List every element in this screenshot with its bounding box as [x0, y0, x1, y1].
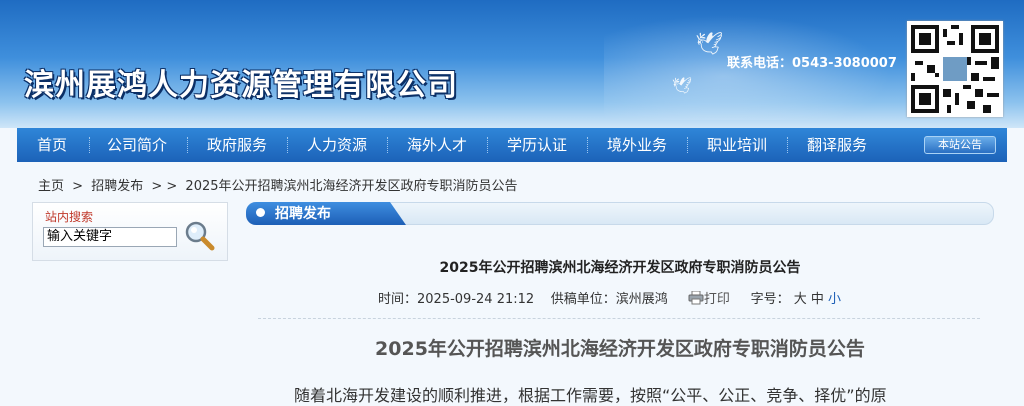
- bullet-icon: [256, 208, 265, 217]
- nav-divider: [487, 137, 488, 153]
- site-header: 🕊 🕊 滨州展鸿人力资源管理有限公司 联系电话：0543-3080007: [0, 0, 1024, 128]
- source-value: 滨州展鸿: [615, 292, 668, 307]
- site-search-panel: 站内搜索 输入关键字: [32, 202, 228, 261]
- nav-vocational-training[interactable]: 职业培训: [707, 128, 767, 162]
- nav-about[interactable]: 公司简介: [107, 128, 167, 162]
- article-heading: 2025年公开招聘滨州北海经济开发区政府专职消防员公告: [375, 338, 865, 360]
- nav-overseas-business[interactable]: 境外业务: [607, 128, 667, 162]
- print-link[interactable]: 打印: [704, 292, 730, 307]
- font-size-medium[interactable]: 中: [811, 292, 824, 307]
- section-tab-label: 招聘发布: [275, 206, 331, 222]
- site-title[interactable]: 滨州展鸿人力资源管理有限公司: [24, 60, 458, 104]
- nav-divider: [387, 137, 388, 153]
- search-input[interactable]: 输入关键字: [43, 227, 177, 247]
- breadcrumb-separator: > >: [151, 179, 178, 194]
- nav-divider: [687, 137, 688, 153]
- article-meta: 时间：2025-09-24 21:12 供稿单位：滨州展鸿 打印 字号： 大 中…: [378, 288, 841, 309]
- breadcrumb-home-link[interactable]: 主页: [38, 179, 64, 194]
- breadcrumb-separator: >: [72, 179, 84, 194]
- dove-icon: 🕊: [695, 32, 723, 57]
- meta-divider: [258, 318, 980, 319]
- dove-icon: 🕊: [672, 76, 693, 95]
- site-notice-button[interactable]: 本站公告: [924, 136, 996, 154]
- font-size-small[interactable]: 小: [828, 292, 841, 307]
- nav-divider: [787, 137, 788, 153]
- nav-human-resources[interactable]: 人力资源: [307, 128, 367, 162]
- breadcrumb: 主页 > 招聘发布 > > 2025年公开招聘滨州北海经济开发区政府专职消防员公…: [38, 175, 522, 194]
- font-size-large[interactable]: 大: [794, 292, 807, 307]
- publish-time: 2025-09-24 21:12: [417, 292, 535, 307]
- font-size-label: 字号：: [750, 292, 790, 307]
- main-nav: 首页 公司简介 政府服务 人力资源 海外人才 学历认证 境外业务 职业培训 翻译…: [17, 128, 1007, 162]
- search-label: 站内搜索: [45, 210, 94, 224]
- contact-phone: 联系电话：0543-3080007: [727, 56, 897, 71]
- breadcrumb-current: 2025年公开招聘滨州北海经济开发区政府专职消防员公告: [185, 179, 518, 194]
- source-label: 供稿单位：: [550, 292, 616, 307]
- nav-divider: [587, 137, 588, 153]
- nav-home[interactable]: 首页: [37, 128, 67, 162]
- article-title: 2025年公开招聘滨州北海经济开发区政府专职消防员公告: [439, 260, 801, 276]
- search-button[interactable]: [183, 219, 215, 251]
- qr-code-image: [907, 21, 1003, 117]
- time-label: 时间：: [378, 292, 418, 307]
- nav-divider: [287, 137, 288, 153]
- nav-government-services[interactable]: 政府服务: [207, 128, 267, 162]
- article-body-first-line: 随着北海开发建设的顺利推进，根据工作需要，按照“公平、公正、竞争、择优”的原: [294, 386, 887, 405]
- breadcrumb-section-link[interactable]: 招聘发布: [91, 179, 143, 194]
- nav-degree-certification[interactable]: 学历认证: [507, 128, 567, 162]
- nav-translation-services[interactable]: 翻译服务: [807, 128, 867, 162]
- nav-divider: [187, 137, 188, 153]
- nav-divider: [89, 137, 90, 153]
- printer-icon[interactable]: [688, 290, 704, 309]
- magnifier-icon: [185, 221, 215, 251]
- nav-overseas-talent[interactable]: 海外人才: [407, 128, 467, 162]
